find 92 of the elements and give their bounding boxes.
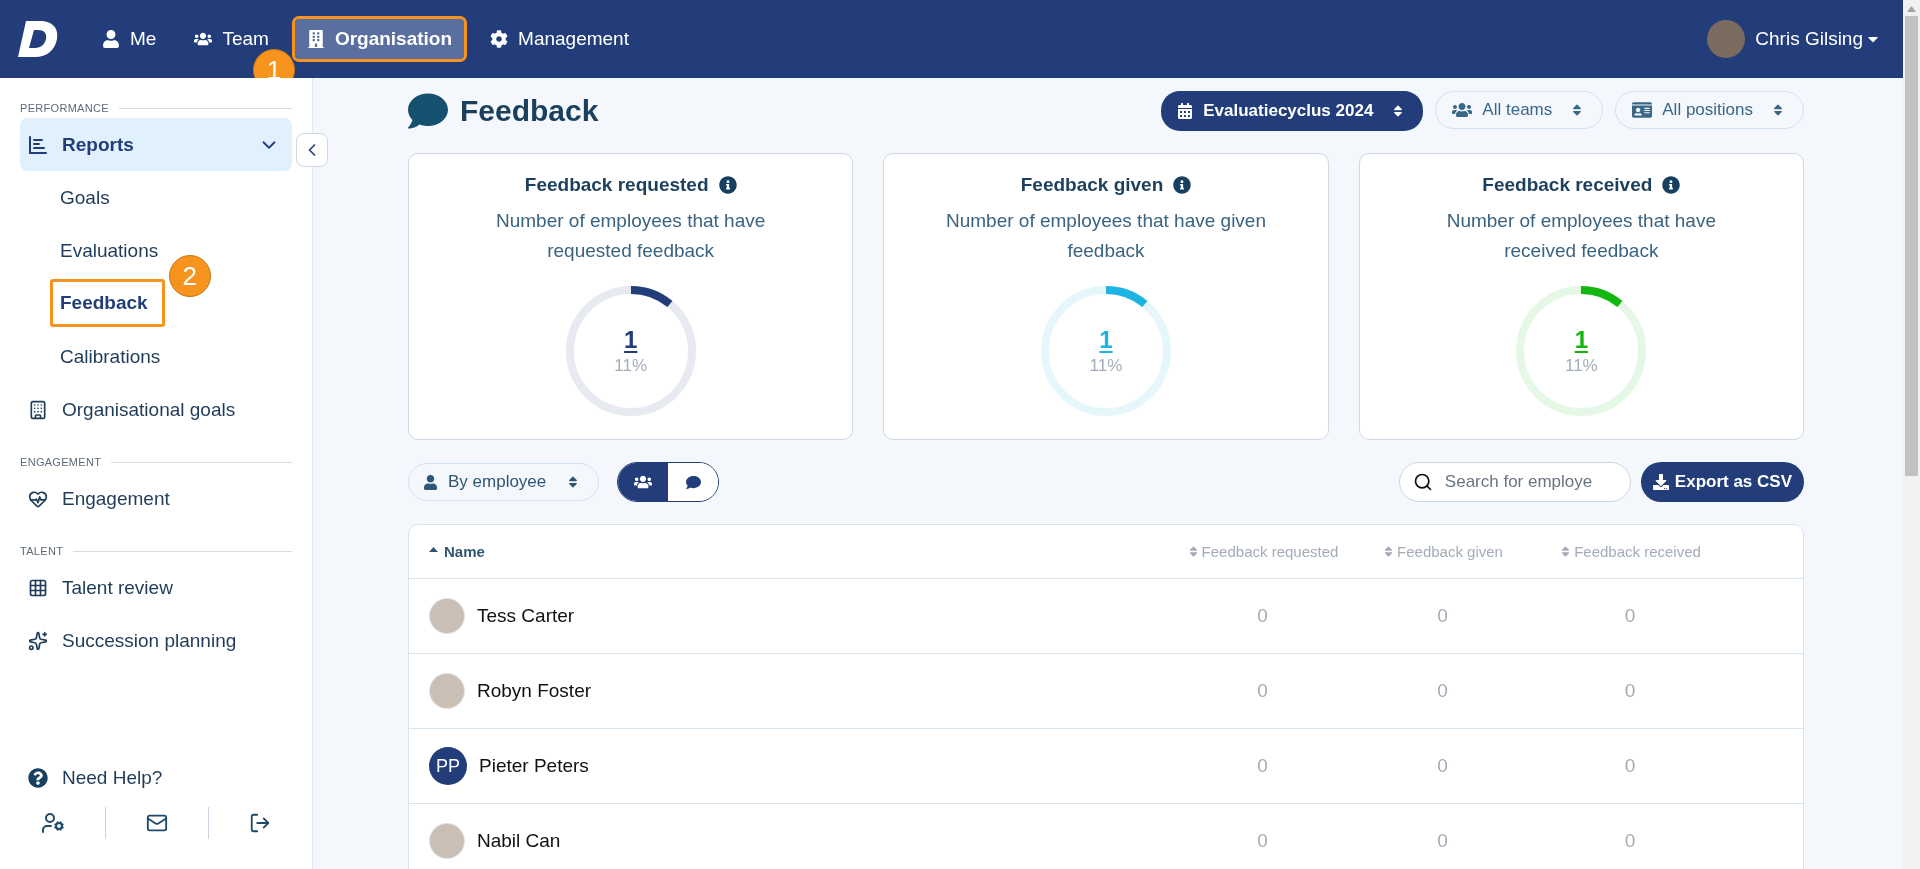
person-icon [423,474,438,490]
page-title: Feedback [460,94,599,128]
scroll-thumb[interactable] [1905,16,1918,476]
heart-pulse-icon [28,488,48,509]
table-cell-text: 0 [1623,755,1637,777]
card-description: Number of employees that have received feedback [1445,209,1717,263]
info-icon [718,176,737,194]
donut-value: 1 [623,326,638,354]
bar-chart-icon [28,134,48,155]
id-card-icon [1632,100,1653,120]
card-title: Feedback given [1020,174,1164,196]
avatar-placeholder [429,598,465,634]
table-cell-text: 0 [1436,680,1449,702]
table-cell-text: 0 [1436,830,1449,852]
employee-name: Robyn Foster [477,680,592,702]
calendar-icon [1177,103,1194,119]
sidebar-item[interactable]: Talent review [20,561,292,614]
table-cell-text: 0 [1436,755,1449,777]
nav-tab[interactable]: Organisation [294,19,465,59]
sparkles-icon [28,630,48,651]
nav-tab[interactable]: Management [478,19,641,59]
sidebar-subitem[interactable]: Evaluations [50,224,169,277]
table-cell-text: 0 [1623,680,1637,702]
gear-icon [490,30,509,48]
view-toggle-button[interactable] [618,463,669,501]
table-cell-text: 0 [1256,605,1269,627]
employee-name: Pieter Peters [479,755,589,777]
people-icon [634,473,653,491]
donut-percent: 11% [1089,356,1123,376]
sidebar-item[interactable]: Reports [20,118,292,171]
speech-bubble-icon [408,91,448,131]
filter-select[interactable]: All teams [1435,91,1604,129]
scrollbar[interactable] [1903,0,1920,869]
mail-icon [146,812,168,834]
sidebar-subitem[interactable]: Goals [50,171,120,224]
person-icon [102,30,120,48]
section-label: TALENT [20,545,64,557]
avatar-placeholder [429,823,465,859]
donut-percent: 11% [1564,356,1598,376]
user-gear-icon [41,811,65,835]
help-link[interactable]: Need Help? [20,767,292,789]
table-cell-text: 0 [1623,830,1637,852]
help-icon [28,768,48,788]
step-badge: 2 [168,255,211,297]
view-toggle-button[interactable] [668,463,719,501]
donut-value: 1 [1574,326,1588,354]
user-menu[interactable]: Chris Gilsing [1755,28,1881,50]
building-icon [306,30,325,48]
avatar-placeholder [429,673,465,709]
speech-bubble-icon [685,474,701,490]
grid-icon [28,577,48,598]
logo-icon [18,19,60,59]
sidebar-item[interactable]: Succession planning [20,614,292,667]
sidebar-item[interactable]: Engagement [20,472,292,525]
employee-name: Nabil Can [477,830,561,852]
card-description: Number of employees that have requested feedback [495,209,767,263]
building-icon [28,399,48,420]
table-cell-text: 0 [1256,680,1269,702]
search-icon [1412,472,1433,492]
card-title: Feedback requested [524,174,709,196]
donut-value: 1 [1099,326,1113,354]
avatar-placeholder [1707,20,1746,58]
card-description: Number of employees that have given feedback [944,209,1267,263]
initials-avatar: PP [429,747,467,785]
section-label: PERFORMANCE [20,102,109,114]
sort-icon [1771,103,1785,117]
info-icon [1662,176,1681,194]
people-icon [1452,100,1473,120]
table-cell-text: 0 [1623,605,1637,627]
filter-select[interactable]: Evaluatiecyclus 2024 [1161,91,1424,131]
export-button[interactable]: Export as CSV [1640,462,1804,502]
employee-name: Tess Carter [477,605,575,627]
table-cell-text: 0 [1256,830,1269,852]
people-icon [194,30,213,48]
search-field[interactable]: Search for employe [1398,462,1631,502]
column-header[interactable]: Name [429,543,485,560]
card-title: Feedback received [1482,174,1653,196]
download-icon [1652,474,1669,490]
filter-select[interactable]: All positions [1615,91,1804,129]
table-cell-text: 0 [1436,605,1449,627]
sidebar-subitem[interactable]: Calibrations [50,330,171,383]
logout-icon [249,812,271,834]
group-by-select[interactable]: By employee [408,463,600,501]
sidebar-subitem[interactable]: Feedback [50,279,165,327]
info-icon [1173,176,1192,194]
donut-percent: 11% [614,356,648,376]
nav-tab[interactable]: Me [90,19,169,59]
scroll-up-icon [1907,6,1916,12]
sort-up-icon [429,547,438,552]
section-label: ENGAGEMENT [20,456,102,468]
sidebar-item[interactable]: Organisational goals [20,383,292,436]
table-cell-text: 0 [1256,755,1269,777]
